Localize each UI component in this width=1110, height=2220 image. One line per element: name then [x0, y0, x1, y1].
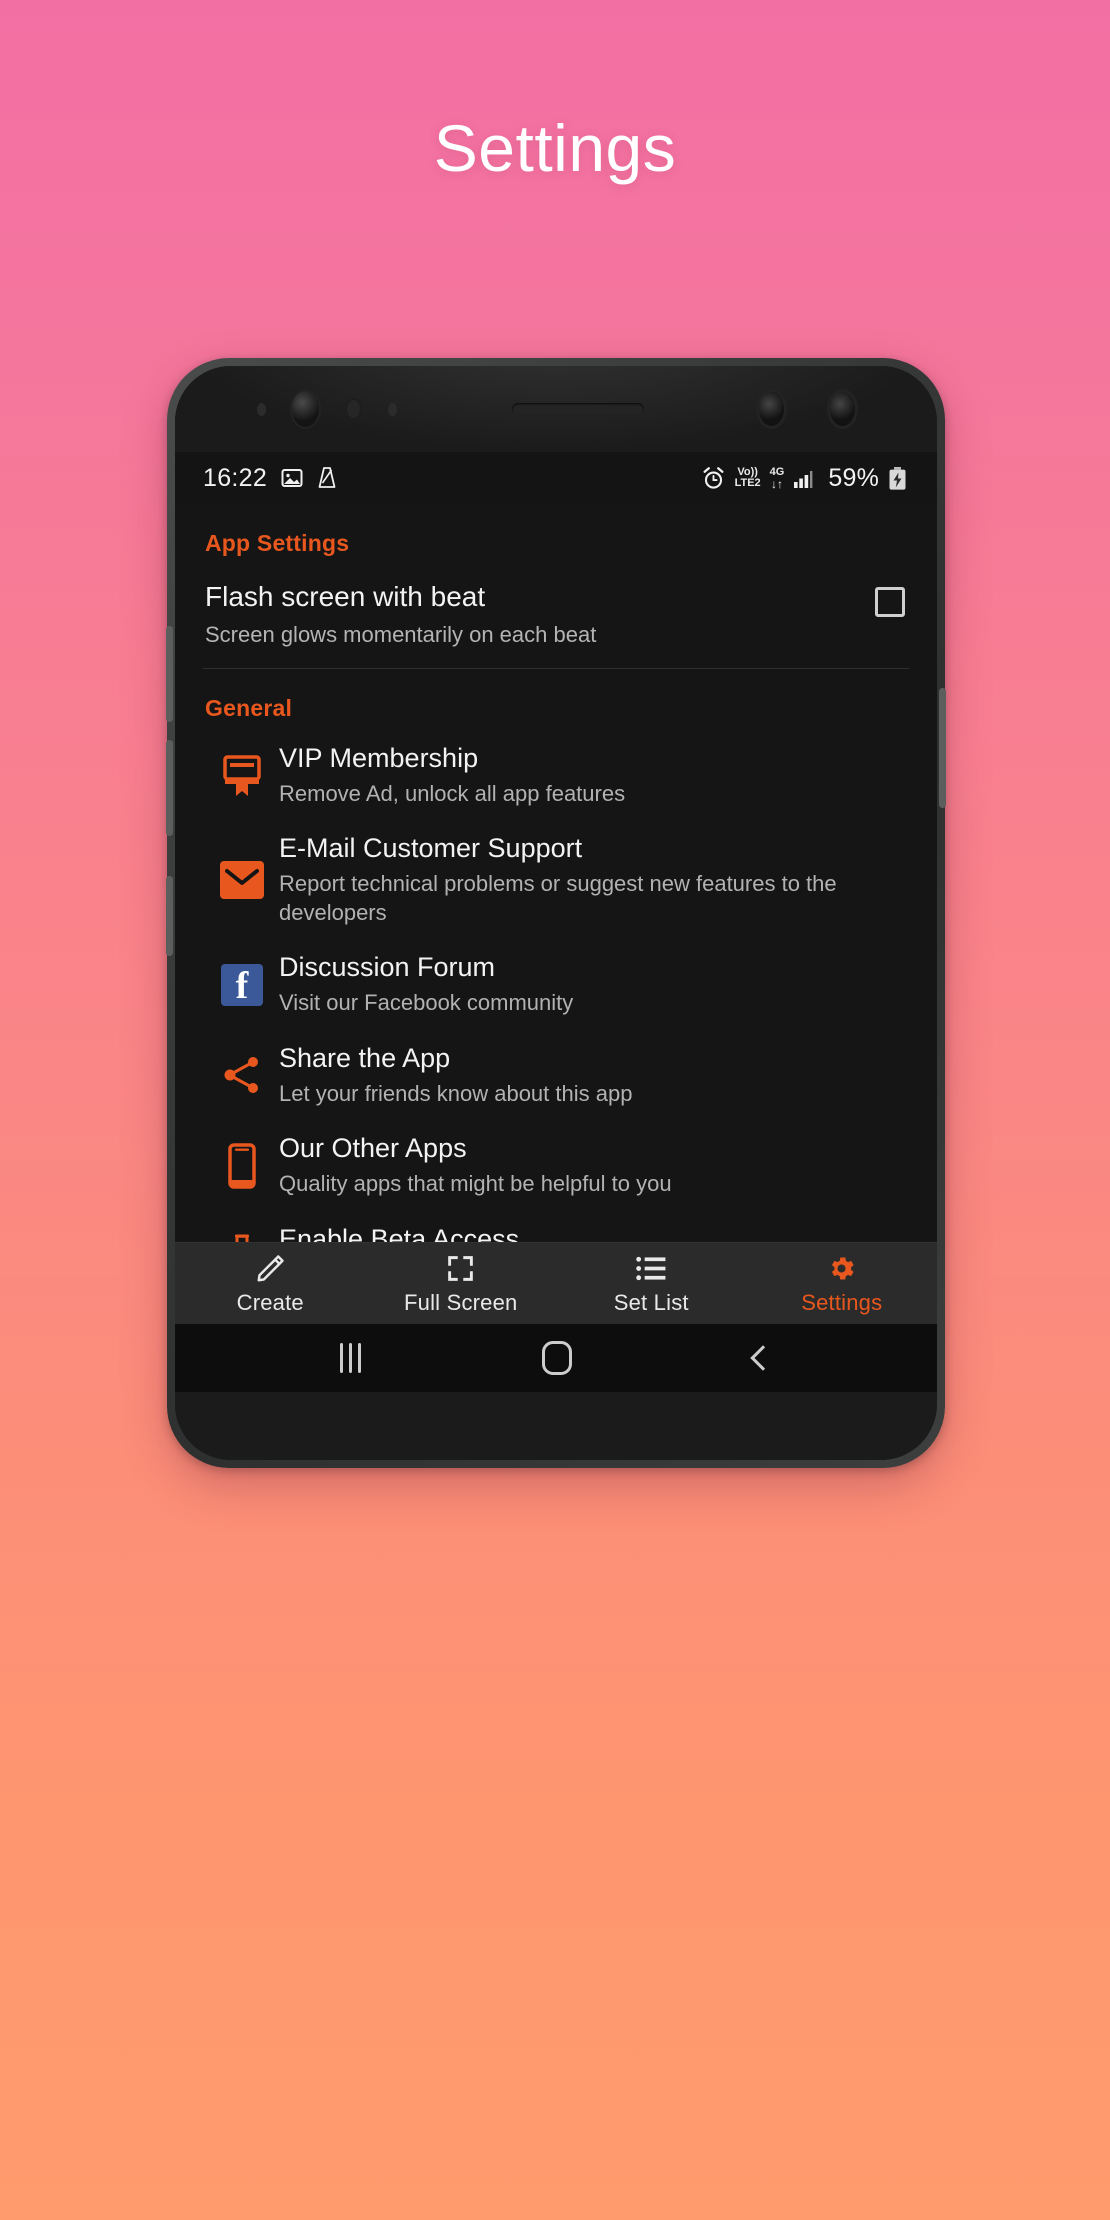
- battery-charging-icon: [889, 466, 906, 490]
- light-sensor-icon: [388, 402, 397, 416]
- section-header-general: General: [205, 694, 293, 721]
- flash-screen-checkbox[interactable]: [875, 587, 905, 617]
- list-item-share-app[interactable]: Share the App Let your friends know abou…: [175, 1030, 937, 1121]
- android-navigation-bar: [175, 1324, 937, 1392]
- setting-title: Flash screen with beat: [205, 581, 486, 612]
- tab-label: Set List: [613, 1289, 689, 1315]
- status-clock: 16:22: [203, 463, 268, 492]
- list-item-subtitle: Visit our Facebook community: [279, 990, 574, 1016]
- assistant-button[interactable]: [166, 876, 173, 956]
- page-title: Settings: [433, 111, 677, 185]
- phone-top-bezel: [175, 366, 937, 452]
- list-item-subtitle: Report technical problems or suggest new…: [279, 871, 837, 925]
- front-camera-icon: [292, 391, 319, 427]
- tab-label: Full Screen: [404, 1289, 518, 1315]
- list-item-beta-access[interactable]: Enable Beta Access Test new app features…: [175, 1211, 937, 1242]
- image-icon: [281, 469, 303, 487]
- proximity-sensor-icon: [257, 402, 266, 416]
- setting-row-flash-screen[interactable]: Flash screen with beat Screen glows mome…: [175, 563, 937, 654]
- pencil-icon: [255, 1252, 286, 1285]
- tab-create[interactable]: Create: [175, 1243, 366, 1324]
- general-settings-list: VIP Membership Remove Ad, unlock all app…: [175, 728, 937, 1242]
- share-icon: [205, 1048, 279, 1102]
- vip-card-icon: [205, 748, 279, 802]
- list-item-title: Share the App: [279, 1042, 451, 1073]
- alarm-icon: [703, 466, 724, 489]
- volte-line2: LTE2: [734, 477, 761, 489]
- back-icon[interactable]: [750, 1345, 776, 1371]
- list-item-discussion-forum[interactable]: f Discussion Forum Visit our Facebook co…: [175, 939, 937, 1030]
- fullscreen-icon: [446, 1252, 475, 1285]
- gear-icon: [826, 1252, 857, 1285]
- tab-label: Settings: [801, 1289, 883, 1315]
- tab-full-screen[interactable]: Full Screen: [366, 1243, 557, 1324]
- iris-sensor-icon: [345, 398, 362, 420]
- settings-content: App Settings Flash screen with beat Scre…: [175, 504, 937, 1242]
- network-generation: 4G: [769, 465, 785, 478]
- tab-label: Create: [236, 1289, 304, 1315]
- data-arrows: ↓↑: [771, 476, 784, 491]
- app-screen: 16:22 Vo)) LTE2 4G ↓↑ 59% App Settings F…: [175, 452, 937, 1392]
- flask-icon: [205, 1229, 279, 1242]
- volume-down-button[interactable]: [166, 740, 173, 836]
- signal-bars-icon: [794, 471, 813, 488]
- battery-percent: 59%: [828, 463, 879, 492]
- tab-set-list[interactable]: Set List: [556, 1243, 747, 1324]
- earpiece-speaker: [512, 403, 644, 415]
- list-item-subtitle: Let your friends know about this app: [279, 1080, 633, 1106]
- volte-indicator: Vo)) LTE2: [735, 467, 761, 489]
- tertiary-camera-icon: [830, 392, 855, 426]
- list-item-title: Our Other Apps: [279, 1133, 467, 1164]
- list-icon: [636, 1252, 666, 1285]
- envelope-icon: [220, 860, 264, 899]
- section-header-app-settings: App Settings: [205, 530, 350, 556]
- status-bar: 16:22 Vo)) LTE2 4G ↓↑ 59%: [175, 452, 937, 504]
- tab-settings[interactable]: Settings: [747, 1243, 938, 1324]
- list-item-subtitle: Quality apps that might be helpful to yo…: [279, 1171, 672, 1197]
- list-item-title: Enable Beta Access: [279, 1223, 520, 1242]
- phone-screen-container: 16:22 Vo)) LTE2 4G ↓↑ 59% App Settings F…: [175, 366, 937, 1460]
- metronome-icon: [318, 467, 336, 488]
- list-item-other-apps[interactable]: Our Other Apps Quality apps that might b…: [175, 1120, 937, 1211]
- list-item-title: E-Mail Customer Support: [279, 833, 583, 864]
- bottom-tab-bar: Create Full Screen Set List Settings: [175, 1242, 937, 1324]
- network-indicator: 4G ↓↑: [769, 465, 785, 491]
- list-item-vip-membership[interactable]: VIP Membership Remove Ad, unlock all app…: [175, 730, 937, 821]
- list-item-email-support[interactable]: E-Mail Customer Support Report technical…: [175, 820, 937, 939]
- list-item-title: VIP Membership: [279, 742, 479, 773]
- list-item-title: Discussion Forum: [279, 952, 496, 983]
- list-item-subtitle: Remove Ad, unlock all app features: [279, 780, 626, 806]
- phone-bottom-bezel: [175, 1392, 937, 1460]
- phone-device-frame: 16:22 Vo)) LTE2 4G ↓↑ 59% App Settings F…: [166, 358, 946, 1468]
- home-icon[interactable]: [542, 1341, 573, 1375]
- phone-icon: [205, 1139, 279, 1193]
- secondary-camera-icon: [759, 392, 784, 426]
- power-button[interactable]: [939, 688, 946, 808]
- facebook-icon: f: [221, 963, 263, 1006]
- setting-subtitle: Screen glows momentarily on each beat: [205, 622, 597, 647]
- volume-up-button[interactable]: [166, 626, 173, 722]
- recents-icon[interactable]: [339, 1343, 361, 1373]
